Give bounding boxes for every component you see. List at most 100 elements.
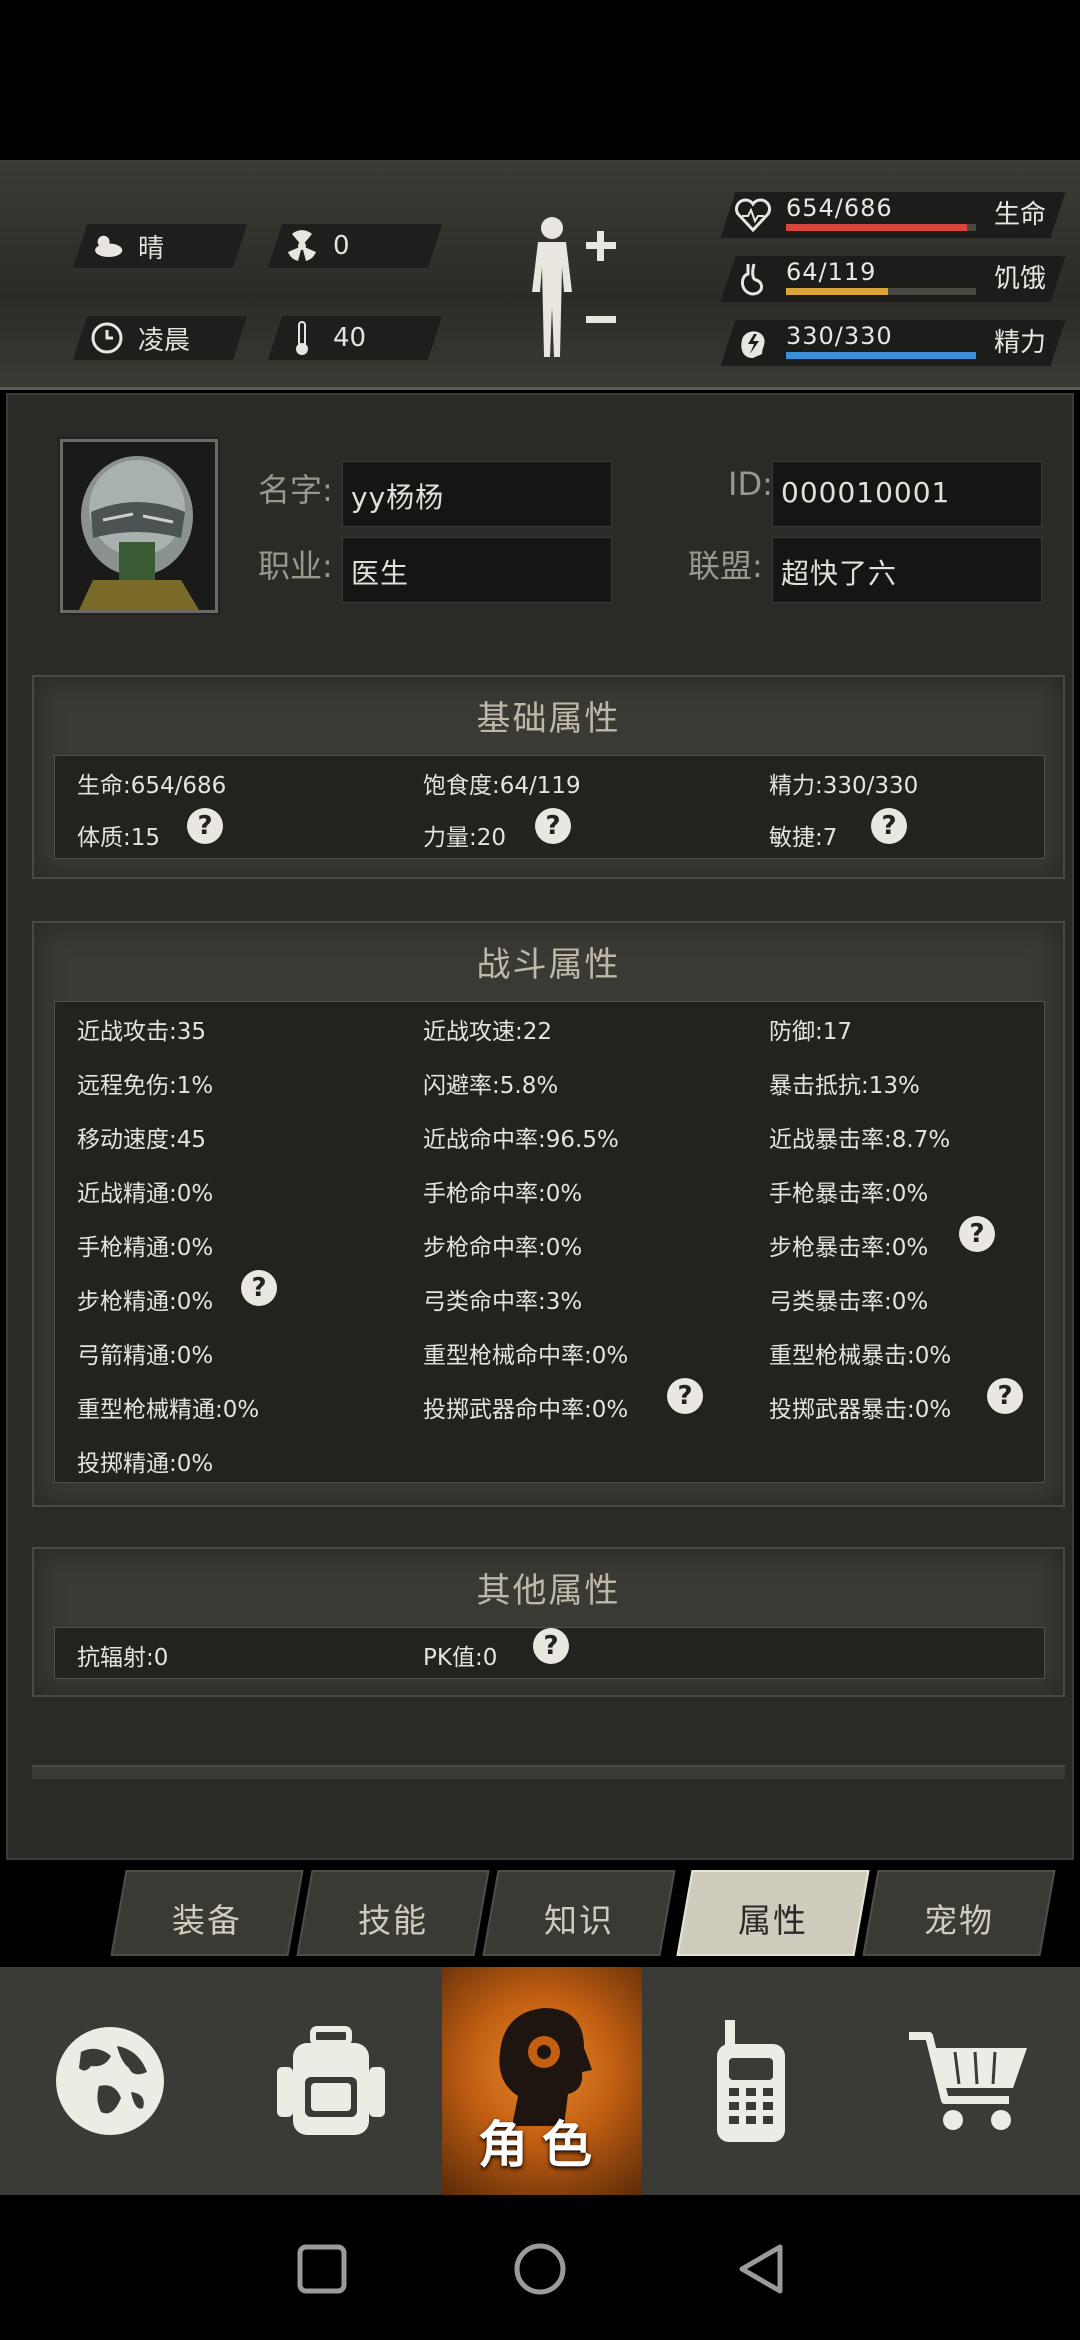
- attr-crit-resist: 暴击抵抗:13%: [769, 1073, 920, 1099]
- attr-bow-hit: 弓类命中率:3%: [423, 1289, 583, 1315]
- health-value: 654/686: [786, 194, 893, 222]
- character-panel: 名字: yy杨杨 ID: 000010001 职业: 医生 联盟: 超快了六 基…: [6, 393, 1074, 1860]
- energy-bar: [786, 352, 976, 359]
- radiation-value: 0: [333, 231, 350, 261]
- alliance-field[interactable]: 超快了六: [772, 537, 1042, 603]
- tab-equipment-label: 装备: [172, 1901, 242, 1940]
- basic-attributes-title: 基础属性: [476, 699, 621, 739]
- pk-help-icon[interactable]: ?: [533, 1628, 569, 1664]
- rifle-mastery-help-icon[interactable]: ?: [241, 1270, 277, 1306]
- name-field: yy杨杨: [342, 461, 612, 527]
- time-of-day-value: 凌晨: [138, 325, 191, 356]
- basic-attributes-section: 基础属性 生命:654/686 饱食度:64/119 精力:330/330 体质…: [32, 675, 1065, 879]
- hunger-bar: [786, 288, 889, 295]
- home-icon[interactable]: [512, 2241, 568, 2297]
- constitution-help-icon[interactable]: ?: [187, 808, 223, 844]
- backpack-icon: [277, 2026, 385, 2135]
- attr-throw-mastery: 投掷精通:0%: [77, 1451, 214, 1477]
- back-icon[interactable]: [734, 2241, 788, 2297]
- attr-satiety: 饱食度:64/119: [423, 773, 581, 799]
- tab-skills-label: 技能: [358, 1901, 428, 1940]
- attr-heavy-crit: 重型枪械暴击:0%: [769, 1343, 952, 1369]
- attr-pistol-mastery: 手枪精通:0%: [77, 1235, 214, 1261]
- bottom-navigation: 角色: [0, 1967, 1080, 2195]
- globe-icon: [56, 2027, 164, 2135]
- other-attributes-title: 其他属性: [476, 1571, 621, 1611]
- nav-inventory[interactable]: [220, 1967, 442, 2195]
- energy-value: 330/330: [786, 322, 893, 350]
- weather-value: 晴: [138, 233, 165, 264]
- basic-attributes-list: 生命:654/686 饱食度:64/119 精力:330/330 体质:15 ?…: [54, 755, 1045, 859]
- attr-dodge: 闪避率:5.8%: [423, 1073, 559, 1099]
- body-status-icon[interactable]: [520, 212, 630, 362]
- agility-help-icon[interactable]: ?: [871, 808, 907, 844]
- main-content: 名字: yy杨杨 ID: 000010001 职业: 医生 联盟: 超快了六 基…: [0, 393, 1080, 1863]
- brain-bolt-icon: [741, 331, 765, 358]
- attr-throw-hit: 投掷武器命中率:0%: [423, 1397, 629, 1423]
- strength-help-icon[interactable]: ?: [535, 808, 571, 844]
- attr-energy: 精力:330/330: [769, 773, 919, 799]
- vital-energy: 330/330 精力: [720, 320, 1066, 366]
- top-hud: 晴 0 凌晨 40 654/686 生命 64/119 饥饿 330/330 精…: [0, 160, 1080, 390]
- attr-heavy-hit: 重型枪械命中率:0%: [423, 1343, 629, 1369]
- combat-attributes-section: 战斗属性 近战攻击:35 近战攻速:22 防御:17 远程免伤:1% 闪避率:5…: [32, 921, 1065, 1507]
- health-bar: [786, 224, 968, 231]
- job-label: 职业:: [258, 547, 333, 585]
- recents-icon[interactable]: [296, 2243, 348, 2295]
- attr-throw-crit: 投掷武器暴击:0%: [769, 1397, 952, 1423]
- attr-melee-crit: 近战暴击率:8.7%: [769, 1127, 951, 1153]
- avatar[interactable]: [60, 439, 218, 613]
- attr-bow-mastery: 弓箭精通:0%: [77, 1343, 214, 1369]
- section-divider: [32, 1765, 1065, 1779]
- system-navigation-bar: [0, 2195, 1080, 2340]
- cart-icon: [909, 2032, 1027, 2130]
- attr-strength: 力量:20: [423, 825, 507, 851]
- vital-health: 654/686 生命: [720, 192, 1066, 238]
- health-label: 生命: [993, 200, 1046, 230]
- attr-health: 生命:654/686: [77, 773, 227, 799]
- alliance-label: 联盟:: [688, 547, 763, 585]
- attr-defense: 防御:17: [769, 1019, 853, 1045]
- attr-melee-attack: 近战攻击:35: [77, 1019, 207, 1045]
- tab-knowledge-label: 知识: [544, 1901, 614, 1940]
- attr-radiation-resist: 抗辐射:0: [77, 1645, 169, 1671]
- throw-hit-help-icon[interactable]: ?: [667, 1378, 703, 1414]
- attr-heavy-mastery: 重型枪械精通:0%: [77, 1397, 260, 1423]
- id-field: 000010001: [772, 461, 1042, 527]
- heart-icon: [735, 198, 771, 233]
- nav-character[interactable]: 角色: [442, 1967, 642, 2195]
- attr-move-speed: 移动速度:45: [77, 1127, 207, 1153]
- attr-ranged-reduction: 远程免伤:1%: [77, 1073, 214, 1099]
- name-label: 名字:: [258, 471, 333, 509]
- hunger-value: 64/119: [786, 258, 877, 286]
- radiation-icon: [285, 229, 319, 263]
- tab-pets-label: 宠物: [924, 1901, 994, 1940]
- energy-label: 精力: [993, 328, 1046, 358]
- vital-hunger: 64/119 饥饿: [720, 256, 1066, 302]
- weather-chip: 晴: [90, 224, 164, 268]
- other-attributes-list: 抗辐射:0 PK值:0 ?: [54, 1627, 1045, 1679]
- attr-constitution: 体质:15: [77, 825, 161, 851]
- rifle-crit-help-icon[interactable]: ?: [959, 1216, 995, 1252]
- radio-icon: [717, 2020, 785, 2142]
- attr-melee-mastery: 近战精通:0%: [77, 1181, 214, 1207]
- combat-attributes-list: 近战攻击:35 近战攻速:22 防御:17 远程免伤:1% 闪避率:5.8% 暴…: [54, 1001, 1045, 1483]
- thermometer-icon: [285, 321, 319, 355]
- nav-world[interactable]: [0, 1967, 220, 2195]
- character-tabs: 装备 技能 知识 属性 宠物: [0, 1862, 1080, 1970]
- nav-radio[interactable]: [642, 1967, 860, 2195]
- nav-shop[interactable]: [860, 1967, 1080, 2195]
- temperature-value: 40: [333, 323, 367, 353]
- attr-melee-hit: 近战命中率:96.5%: [423, 1127, 619, 1153]
- status-bar: [0, 0, 1080, 160]
- attr-pk-value: PK值:0: [423, 1645, 498, 1671]
- clock-icon: [90, 321, 124, 355]
- throw-crit-help-icon[interactable]: ?: [987, 1378, 1023, 1414]
- combat-attributes-title: 战斗属性: [476, 945, 621, 985]
- attr-pistol-hit: 手枪命中率:0%: [423, 1181, 583, 1207]
- attr-rifle-hit: 步枪命中率:0%: [423, 1235, 583, 1261]
- attr-rifle-crit: 步枪暴击率:0%: [769, 1235, 929, 1261]
- attr-bow-crit: 弓类暴击率:0%: [769, 1289, 929, 1315]
- hunger-label: 饥饿: [993, 264, 1046, 294]
- attr-melee-speed: 近战攻速:22: [423, 1019, 553, 1045]
